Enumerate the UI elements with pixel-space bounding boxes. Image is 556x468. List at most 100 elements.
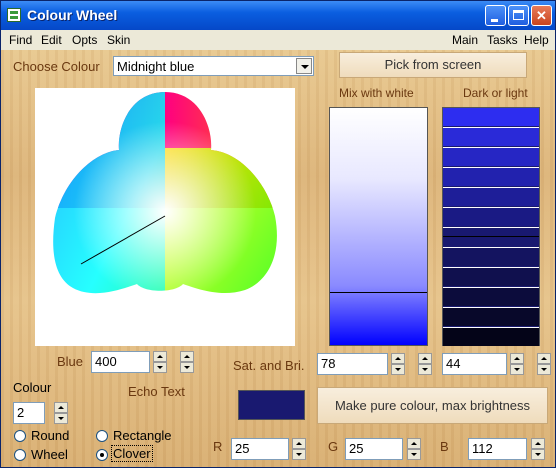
title-bar[interactable]: Colour Wheel ✕ [1,1,555,30]
shade-segment[interactable] [443,128,539,146]
maximize-icon[interactable] [508,5,529,26]
main-panel: Choose Colour Midnight blue Pick from sc… [1,50,555,467]
g-label: G [328,439,339,454]
wheel-label[interactable]: Wheel [31,447,68,462]
menu-help[interactable]: Help [524,33,549,47]
menu-tasks[interactable]: Tasks [487,33,518,47]
colour-select[interactable]: Midnight blue [113,56,314,76]
saturation-input[interactable]: 78 [317,353,388,375]
shade-segment[interactable] [443,228,539,246]
colour-count-input[interactable]: 2 [13,402,45,424]
spin-down-icon[interactable] [407,449,421,460]
shade-segment[interactable] [443,328,539,346]
spin-up-icon[interactable] [407,438,421,449]
segment-divider [443,247,539,248]
round-label[interactable]: Round [31,428,69,443]
round-radio[interactable] [14,430,26,442]
spin-up-icon[interactable] [531,438,545,449]
green-spinner[interactable] [407,438,421,460]
segment-divider [443,267,539,268]
shade-segment[interactable] [443,108,539,126]
red-input[interactable]: 25 [231,438,289,460]
shade-segment[interactable] [443,148,539,166]
shade-segment[interactable] [443,188,539,206]
rectangle-label[interactable]: Rectangle [113,428,172,443]
spin-down-icon[interactable] [531,449,545,460]
colour-count-spinner[interactable] [54,402,68,424]
menu-main[interactable]: Main [452,33,478,47]
spin-down-icon[interactable] [418,364,432,375]
spin-up-icon[interactable] [153,351,167,362]
shade-segment[interactable] [443,168,539,186]
spin-down-icon[interactable] [391,364,405,375]
shade-segment[interactable] [443,268,539,286]
spin-down-icon[interactable] [537,364,551,375]
sat-bri-label: Sat. and Bri. [233,358,305,373]
dark-or-light-bar[interactable] [442,107,540,346]
colour-select-value: Midnight blue [117,59,195,74]
segment-divider [443,207,539,208]
menu-edit[interactable]: Edit [41,33,62,47]
dropdown-arrow-icon[interactable] [296,58,312,74]
blue-channel-input[interactable]: 112 [468,438,527,460]
spin-up-icon[interactable] [54,402,68,413]
segment-divider [443,147,539,148]
shade-segment[interactable] [443,308,539,326]
spin-up-icon[interactable] [537,353,551,364]
clover-radio[interactable] [96,449,108,461]
segment-divider [443,127,539,128]
clover-label[interactable]: Clover [111,445,153,462]
dark-or-light-label: Dark or light [463,86,528,100]
window-title: Colour Wheel [27,7,118,23]
green-input[interactable]: 25 [345,438,403,460]
saturation-spinner[interactable] [391,353,405,375]
blue-spinner-2[interactable] [180,351,194,373]
spin-down-icon[interactable] [292,449,306,460]
wheel-radio[interactable] [14,449,26,461]
make-pure-colour-button[interactable]: Make pure colour, max brightness [317,387,548,424]
blue-label: Blue [57,354,84,369]
menu-bar: Find Edit Opts Skin Main Tasks Help [1,30,555,50]
choose-colour-label: Choose Colour [13,59,100,74]
mix-with-white-bar[interactable] [329,107,428,346]
menu-opts[interactable]: Opts [72,33,97,47]
colour-wheel-svg[interactable] [35,88,295,346]
brightness-spinner-2[interactable] [537,353,551,375]
colour-wheel-canvas[interactable] [35,88,295,346]
blue-channel-spinner[interactable] [531,438,545,460]
spin-down-icon[interactable] [153,362,167,373]
spin-down-icon[interactable] [54,413,68,424]
mix-with-white-label: Mix with white [339,86,414,100]
spin-up-icon[interactable] [292,438,306,449]
close-icon[interactable]: ✕ [531,5,552,26]
saturation-spinner-2[interactable] [418,353,432,375]
brightness-input[interactable]: 44 [442,353,507,375]
spin-up-icon[interactable] [180,351,194,362]
mix-marker [330,292,427,293]
menu-find[interactable]: Find [9,33,32,47]
minimize-icon[interactable] [485,5,506,26]
spin-up-icon[interactable] [418,353,432,364]
segment-divider [443,227,539,228]
colour-wheel-window: Colour Wheel ✕ Find Edit Opts Skin Main … [0,0,556,468]
menu-skin[interactable]: Skin [107,33,130,47]
blue-input[interactable]: 400 [91,351,150,373]
brightness-spinner[interactable] [510,353,524,375]
shade-segment[interactable] [443,288,539,306]
shade-segment[interactable] [443,208,539,226]
spin-down-icon[interactable] [510,364,524,375]
spin-up-icon[interactable] [391,353,405,364]
spin-up-icon[interactable] [510,353,524,364]
red-spinner[interactable] [292,438,306,460]
current-colour-swatch [238,390,305,420]
pick-from-screen-button[interactable]: Pick from screen [339,52,527,78]
rectangle-radio[interactable] [96,430,108,442]
colour-count-label: Colour [13,380,52,395]
spin-down-icon[interactable] [180,362,194,373]
app-icon[interactable] [7,8,21,22]
shade-segment[interactable] [443,248,539,266]
segment-divider [443,287,539,288]
segment-divider [443,167,539,168]
segment-divider [443,327,539,328]
blue-spinner[interactable] [153,351,167,373]
